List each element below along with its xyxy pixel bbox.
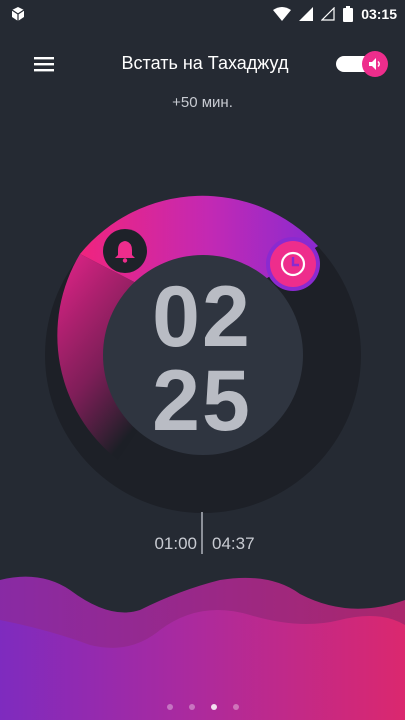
speaker-icon	[369, 58, 380, 70]
start-time: 01:00	[154, 534, 197, 553]
wifi-icon	[273, 7, 292, 21]
page-title: Встать на Тахаджуд	[121, 53, 289, 73]
app-box-icon	[11, 7, 25, 21]
duration-text: +50 мин.	[172, 94, 233, 111]
status-time: 03:15	[361, 6, 397, 22]
page-indicator	[0, 704, 405, 714]
menu-button[interactable]	[30, 52, 58, 76]
hamburger-menu-icon	[34, 57, 54, 72]
end-handle[interactable]	[266, 237, 320, 291]
toggle-knob	[362, 51, 388, 77]
clock-minutes: 25	[152, 353, 252, 449]
battery-icon	[343, 6, 354, 22]
end-handle-inner	[270, 241, 316, 287]
status-bar: 03:15	[0, 0, 405, 28]
page-dot[interactable]	[232, 704, 239, 710]
end-time: 04:37	[212, 534, 255, 553]
page-dot-active[interactable]	[210, 704, 217, 710]
page-dot[interactable]	[188, 704, 195, 710]
bell-icon	[115, 241, 135, 263]
time-divider	[201, 512, 203, 554]
clock-icon	[280, 251, 306, 277]
time-range: 01:00 04:37	[0, 512, 405, 560]
sound-toggle[interactable]	[336, 51, 388, 77]
signal-icon	[299, 7, 314, 21]
clock-hours: 02	[152, 269, 252, 365]
wave-decoration	[0, 576, 405, 720]
app-bar: Встать на Тахаджуд	[0, 44, 405, 84]
page-dot[interactable]	[166, 704, 173, 710]
start-handle[interactable]	[103, 229, 147, 273]
signal-empty-icon	[321, 7, 335, 21]
